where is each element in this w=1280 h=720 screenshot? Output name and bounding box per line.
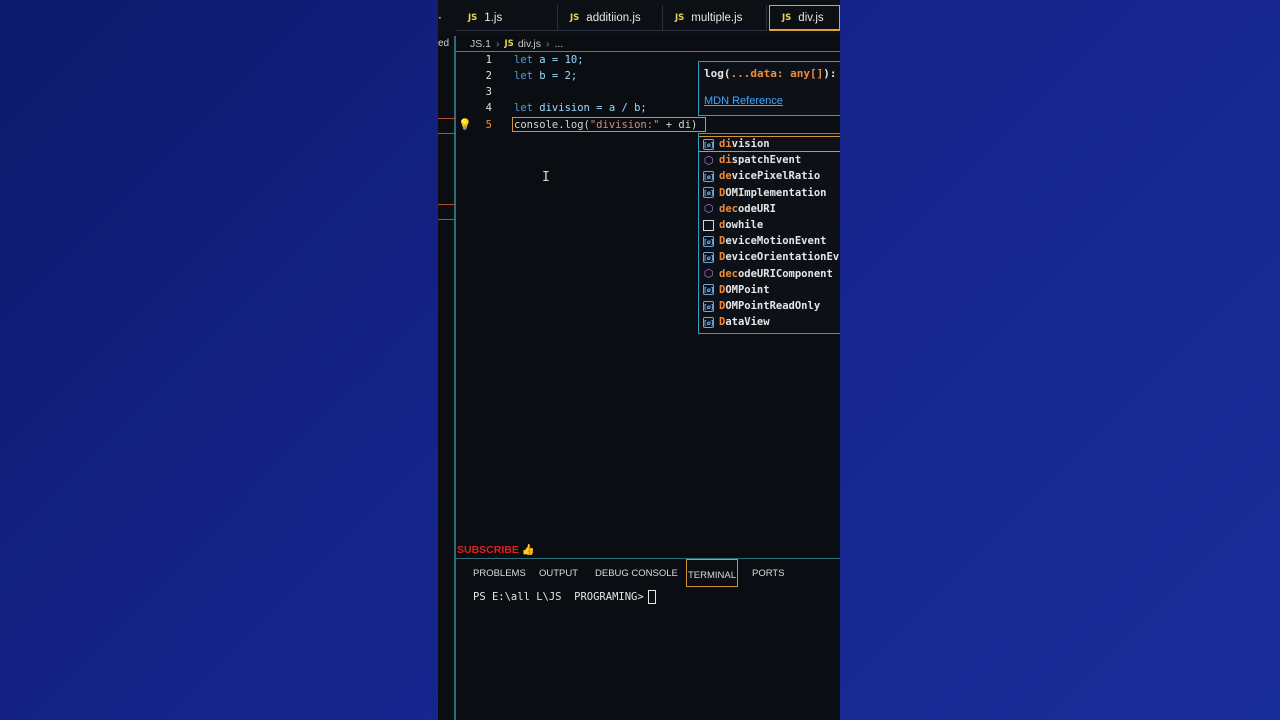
suggestion-item[interactable]: ⬡ decodeURIComponent — [699, 266, 840, 282]
code-text: let division = a / b; — [514, 102, 647, 114]
tab-bar: · JS 1.js JS additiion.js JS multiple.js… — [438, 0, 840, 36]
code-text: let b = 2; — [514, 70, 578, 82]
variable-icon: [ø] — [703, 170, 714, 182]
suggestion-item[interactable]: [ø] DeviceMotionEvent — [699, 233, 840, 249]
code-text: let a = 10; — [514, 54, 584, 66]
suggestion-item[interactable]: dowhile — [699, 217, 840, 233]
tab-problems[interactable]: PROBLEMS — [473, 567, 526, 587]
code-line-current[interactable]: 💡 5 console.log("division:" + di) — [438, 117, 840, 133]
suggestion-label: DOMPointReadOnly — [719, 300, 821, 312]
subscribe-overlay: SUBSCRIBE 👍 — [457, 543, 535, 556]
variable-icon: [ø] — [703, 284, 714, 296]
variable-icon: [ø] — [703, 138, 714, 150]
sidebar-highlight — [438, 204, 456, 220]
breadcrumb-file[interactable]: div.js — [518, 38, 541, 50]
mdn-reference-link[interactable]: MDN Reference — [704, 95, 783, 107]
tab-label: div.js — [798, 11, 824, 24]
chevron-right-icon: › — [496, 38, 500, 50]
js-file-icon: JS — [504, 39, 514, 49]
suggestion-item[interactable]: [ø] DeviceOrientationEv — [699, 249, 840, 265]
terminal-cursor — [647, 590, 656, 604]
js-file-icon: JS — [782, 12, 792, 23]
suggestion-list[interactable]: [ø] division ⬡ dispatchEvent [ø] devicePixelR… — [698, 133, 840, 334]
signature-text: log(...data: any[]): — [704, 67, 837, 80]
signature-help-widget: log(...data: any[]): MDN Reference — [698, 61, 840, 116]
tab-terminal[interactable]: TERMINAL — [686, 559, 739, 587]
tab-debug-console[interactable]: DEBUG CONSOLE — [595, 567, 678, 587]
js-file-icon: JS — [675, 12, 685, 23]
tab-stub: · — [438, 11, 442, 25]
snippet-icon — [703, 219, 714, 231]
line-number: 2 — [485, 70, 492, 82]
suggestion-item[interactable]: [ø] DataView — [699, 314, 840, 330]
thumbs-up-icon: 👍 — [521, 544, 535, 556]
suggestion-label: DOMPoint — [719, 283, 770, 296]
line-number: 4 — [485, 102, 492, 114]
line-number: 1 — [485, 54, 492, 66]
tab-div-js[interactable]: JS div.js — [769, 5, 840, 31]
variable-icon: [ø] — [703, 251, 714, 263]
tab-additiion-js[interactable]: JS additiion.js — [558, 5, 663, 31]
suggestion-item[interactable]: ⬡ dispatchEvent — [699, 152, 840, 168]
breadcrumb: JS.1 › JS div.js › ... — [470, 36, 563, 52]
tab-multiple-js[interactable]: JS multiple.js — [663, 5, 767, 31]
sidebar-fragment: ed — [438, 38, 450, 49]
suggestion-label: dowhile — [719, 219, 764, 231]
line-number: 3 — [485, 86, 492, 98]
tab-label: multiple.js — [691, 11, 743, 24]
terminal-prompt[interactable]: PS E:\all L\JS PROGRAMING> — [473, 590, 656, 604]
method-icon: ⬡ — [703, 267, 714, 281]
suggestion-label: decodeURIComponent — [719, 267, 833, 280]
editor-window: · JS 1.js JS additiion.js JS multiple.js… — [438, 0, 840, 720]
code-text: console.log("division:" + di) — [514, 119, 698, 131]
tab-ports[interactable]: PORTS — [752, 567, 785, 587]
suggestion-label: decodeURI — [719, 202, 776, 215]
subscribe-text: SUBSCRIBE — [457, 544, 519, 556]
js-file-icon: JS — [468, 12, 478, 23]
variable-icon: [ø] — [703, 300, 714, 312]
tab-label: 1.js — [484, 11, 503, 24]
suggestion-item[interactable]: [ø] devicePixelRatio — [699, 168, 840, 184]
suggestion-item[interactable]: [ø] division — [699, 136, 840, 152]
suggestion-label: DataView — [719, 316, 770, 329]
suggestion-label: dispatchEvent — [719, 154, 802, 167]
tab-label: additiion.js — [586, 11, 641, 24]
text-cursor-icon: I — [542, 170, 550, 185]
variable-icon: [ø] — [703, 316, 714, 328]
line-number: 5 — [485, 119, 492, 131]
suggestion-label: devicePixelRatio — [719, 170, 821, 183]
breadcrumb-folder[interactable]: JS.1 — [470, 38, 491, 50]
tab-1-js[interactable]: JS 1.js — [456, 5, 558, 31]
tab-output[interactable]: OUTPUT — [539, 567, 578, 587]
variable-icon: [ø] — [703, 235, 714, 247]
js-file-icon: JS — [570, 12, 580, 23]
suggestion-item[interactable]: [ø] DOMPointReadOnly — [699, 298, 840, 314]
panel-divider — [456, 558, 840, 559]
suggestion-label: DeviceMotionEvent — [719, 235, 827, 248]
breadcrumb-more[interactable]: ... — [554, 38, 563, 50]
suggestion-item[interactable]: [ø] DOMPoint — [699, 282, 840, 298]
suggestion-label: division — [719, 138, 770, 150]
method-icon: ⬡ — [703, 153, 714, 167]
suggestion-label: DOMImplementation — [719, 186, 827, 199]
side-panel-edge — [438, 36, 456, 720]
suggestion-item[interactable]: [ø] DOMImplementation — [699, 185, 840, 201]
chevron-right-icon: › — [545, 38, 550, 50]
suggestion-item[interactable]: ⬡ decodeURI — [699, 201, 840, 217]
method-icon: ⬡ — [703, 202, 714, 216]
suggestion-label: DeviceOrientationEv — [719, 251, 840, 264]
variable-icon: [ø] — [703, 187, 714, 199]
